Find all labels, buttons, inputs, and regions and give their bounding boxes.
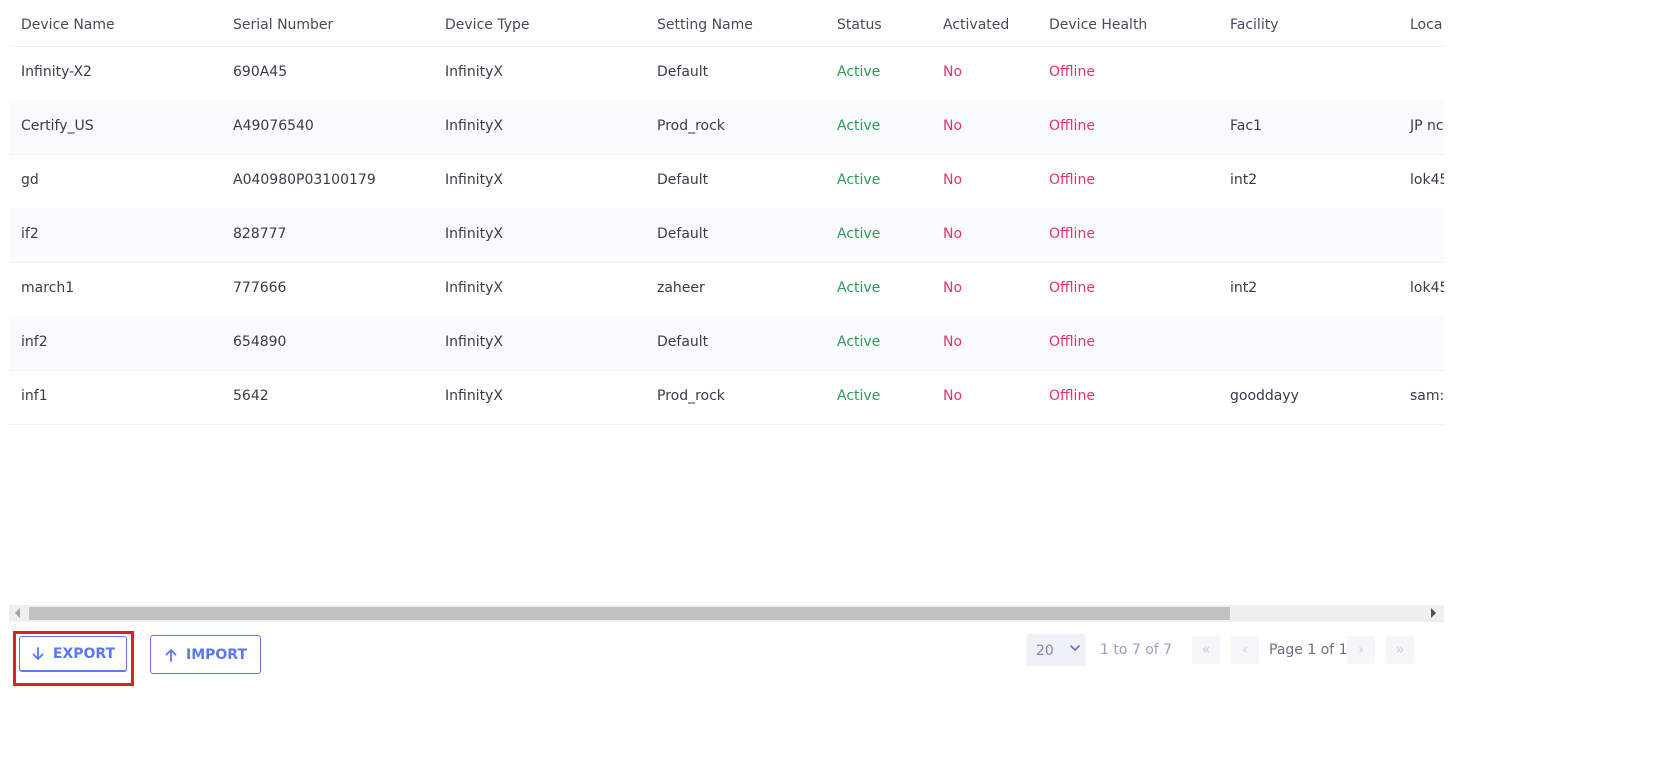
export-button[interactable]: EXPORT [19,636,127,672]
cell-setting-name: Default [657,172,709,188]
cell-setting-name: Prod_rock [657,388,725,404]
cell-device-health: Offline [1049,118,1095,134]
cell-facility: gooddayy [1230,388,1299,404]
cell-serial-number: 5642 [233,388,269,404]
cell-status: Active [837,280,881,296]
horizontal-scrollbar[interactable] [9,605,1444,622]
last-page-button[interactable]: » [1386,636,1414,664]
scroll-right-arrow-icon[interactable] [1431,608,1436,618]
column-header-device-type[interactable]: Device Type [445,17,530,33]
next-page-button[interactable]: › [1347,636,1375,664]
cell-facility: int2 [1230,280,1258,296]
page-size-select[interactable]: 20 [1026,634,1086,666]
table-row[interactable]: march1 777666 InfinityX zaheer Active No… [9,262,1444,317]
scroll-left-arrow-icon[interactable] [15,608,20,618]
column-header-location[interactable]: Loca [1410,17,1442,33]
cell-activated: No [943,64,963,80]
cell-activated: No [943,226,963,242]
column-header-facility[interactable]: Facility [1230,17,1279,33]
cell-activated: No [943,172,963,188]
cell-setting-name: Default [657,334,709,350]
cell-activated: No [943,280,963,296]
cell-device-health: Offline [1049,226,1095,242]
cell-device-health: Offline [1049,388,1095,404]
table-row[interactable]: if2 828777 InfinityX Default Active No O… [9,208,1444,263]
table-row[interactable]: Certify_US A49076540 InfinityX Prod_rock… [9,100,1444,155]
cell-device-name: march1 [21,280,75,296]
arrow-down-icon [32,646,44,660]
cell-device-type: InfinityX [445,172,503,188]
cell-serial-number: 654890 [233,334,287,350]
column-header-activated[interactable]: Activated [943,17,1009,33]
cell-device-name: gd [21,172,39,188]
import-button[interactable]: IMPORT [150,635,261,674]
device-grid: Device Name Serial Number Device Type Se… [9,0,1444,625]
double-chevron-right-icon: » [1395,642,1405,658]
cell-serial-number: A040980P03100179 [233,172,376,188]
cell-device-health: Offline [1049,64,1095,80]
cell-serial-number: 828777 [233,226,287,242]
cell-location: sam: [1410,388,1444,404]
table-row[interactable]: gd A040980P03100179 InfinityX Default Ac… [9,154,1444,209]
cell-setting-name: Default [657,64,709,80]
import-label: IMPORT [185,646,247,663]
chevron-right-icon: › [1358,642,1364,658]
cell-status: Active [837,118,881,134]
cell-serial-number: 690A45 [233,64,288,80]
pagination-range: 1 to 7 of 7 [1100,642,1173,658]
scrollbar-thumb[interactable] [29,607,1230,620]
cell-status: Active [837,388,881,404]
cell-activated: No [943,388,963,404]
cell-device-type: InfinityX [445,226,503,242]
arrow-up-icon [165,648,177,662]
cell-device-name: inf2 [21,334,48,350]
cell-device-type: InfinityX [445,118,503,134]
page-indicator: Page 1 of 1 [1269,642,1348,658]
cell-serial-number: A49076540 [233,118,314,134]
cell-status: Active [837,334,881,350]
cell-status: Active [837,172,881,188]
cell-location: lok45 [1410,172,1444,188]
table-row[interactable]: Infinity-X2 690A45 InfinityX Default Act… [9,46,1444,101]
cell-facility: Fac1 [1230,118,1262,134]
cell-setting-name: zaheer [657,280,705,296]
first-page-button[interactable]: « [1192,636,1220,664]
cell-setting-name: Default [657,226,709,242]
cell-device-type: InfinityX [445,64,503,80]
cell-setting-name: Prod_rock [657,118,725,134]
previous-page-button[interactable]: ‹ [1231,636,1259,664]
cell-device-health: Offline [1049,280,1095,296]
table-row[interactable]: inf2 654890 InfinityX Default Active No … [9,316,1444,371]
cell-device-health: Offline [1049,172,1095,188]
column-header-device-health[interactable]: Device Health [1049,17,1147,33]
cell-device-name: inf1 [21,388,48,404]
cell-facility: int2 [1230,172,1258,188]
cell-device-name: if2 [21,226,39,242]
double-chevron-left-icon: « [1201,642,1211,658]
cell-activated: No [943,334,963,350]
column-header-setting-name[interactable]: Setting Name [657,17,753,33]
cell-location: lok45 [1410,280,1444,296]
table-row[interactable]: inf1 5642 InfinityX Prod_rock Active No … [9,370,1444,425]
export-label: EXPORT [52,645,116,662]
chevron-down-icon [1070,645,1080,651]
chevron-left-icon: ‹ [1242,642,1248,658]
cell-location: JP nc [1410,118,1444,134]
cell-device-type: InfinityX [445,280,503,296]
column-header-device-name[interactable]: Device Name [21,17,115,33]
cell-serial-number: 777666 [233,280,287,296]
cell-activated: No [943,118,963,134]
cell-device-name: Infinity-X2 [21,64,92,80]
cell-device-health: Offline [1049,334,1095,350]
cell-status: Active [837,64,881,80]
cell-status: Active [837,226,881,242]
column-header-serial-number[interactable]: Serial Number [233,17,333,33]
cell-device-type: InfinityX [445,388,503,404]
column-header-status[interactable]: Status [837,17,882,33]
cell-device-name: Certify_US [21,118,94,134]
cell-device-type: InfinityX [445,334,503,350]
page-size-value: 20 [1036,643,1054,659]
grid-header: Device Name Serial Number Device Type Se… [9,0,1444,47]
